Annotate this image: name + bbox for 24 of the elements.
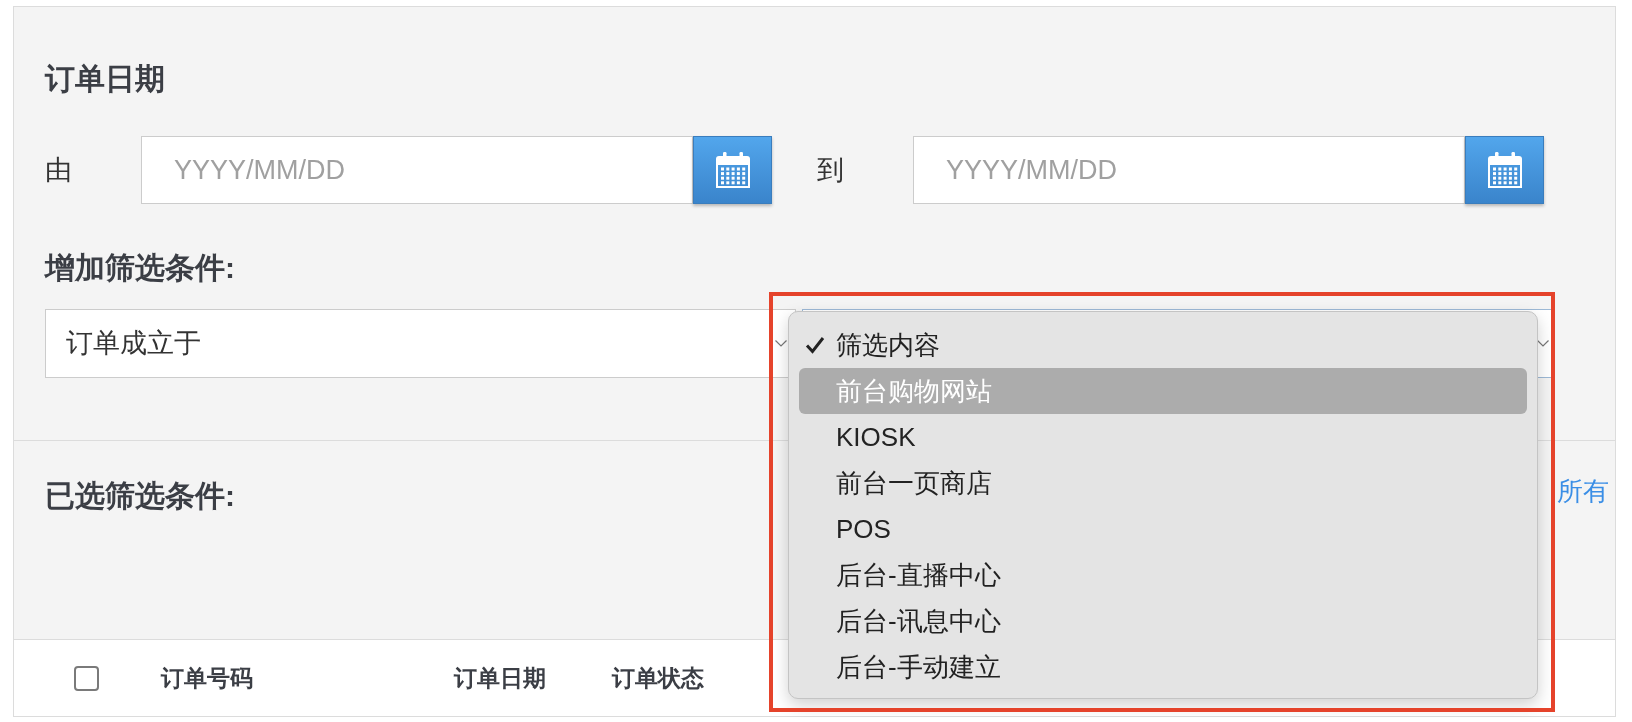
section-heading: 已选筛选条件: xyxy=(45,478,235,514)
section-heading: 订单日期 xyxy=(45,61,165,97)
calendar-button[interactable] xyxy=(1465,136,1544,204)
select-all-checkbox[interactable] xyxy=(74,665,99,691)
menu-option[interactable]: 前台一页商店 xyxy=(799,460,1527,506)
menu-option[interactable]: 筛选内容 xyxy=(799,322,1527,368)
menu-option[interactable]: 后台-直播中心 xyxy=(799,552,1527,598)
date-input[interactable]: YYYY/MM/DD xyxy=(141,136,693,204)
date-input[interactable]: YYYY/MM/DD xyxy=(913,136,1465,204)
menu-option[interactable]: KIOSK xyxy=(799,414,1527,460)
field-label: 由 xyxy=(45,154,73,187)
column-header: 订单状态 xyxy=(612,665,704,691)
menu-option[interactable]: POS xyxy=(799,506,1527,552)
menu-option[interactable]: 后台-讯息中心 xyxy=(799,598,1527,644)
calendar-icon xyxy=(715,152,750,188)
section-heading: 增加筛选条件: xyxy=(45,250,235,286)
field-label: 到 xyxy=(817,154,845,187)
menu-option[interactable]: 后台-手动建立 xyxy=(799,644,1527,690)
calendar-button[interactable] xyxy=(693,136,772,204)
filter-field-select[interactable]: 订单成立于 xyxy=(45,309,796,378)
calendar-icon xyxy=(1487,152,1522,188)
column-header: 订单日期 xyxy=(454,665,546,691)
chevron-down-icon xyxy=(775,340,787,347)
column-header: 订单号码 xyxy=(161,665,253,691)
